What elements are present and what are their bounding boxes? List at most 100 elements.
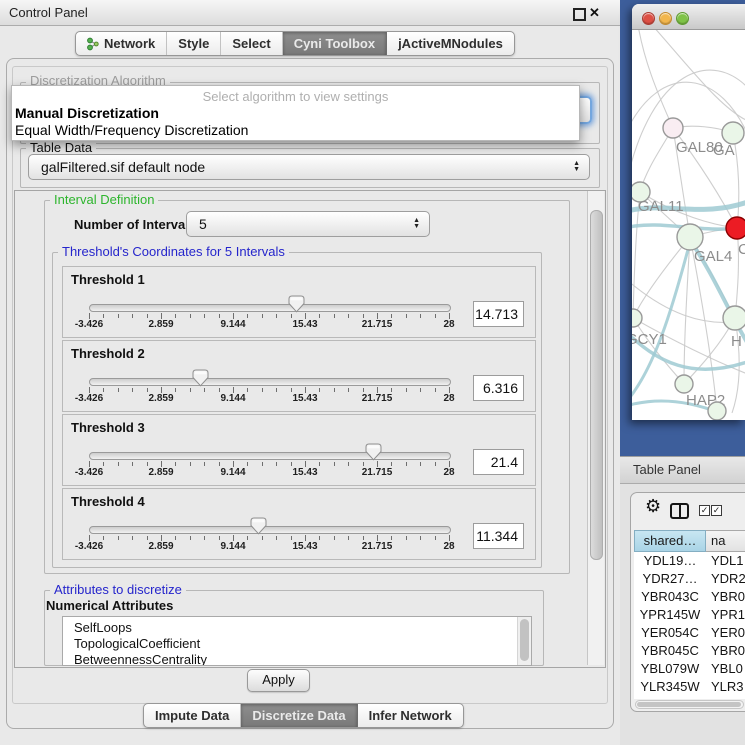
list-item-betweennesscentrality[interactable]: BetweennessCentrality (63, 652, 517, 666)
slider-thumb[interactable] (192, 369, 209, 392)
algorithm-option-equal-width-frequency-discretization[interactable]: Equal Width/Frequency Discretization (15, 122, 248, 138)
table-row[interactable]: YIL053CYIL0 (634, 696, 745, 699)
minimize-traffic-light[interactable] (659, 12, 672, 25)
table-panel-titlebar: Table Panel (620, 456, 745, 484)
column-header-shared-name[interactable]: shared… (634, 530, 706, 552)
tick-mark (103, 388, 104, 392)
close-traffic-light[interactable] (642, 12, 655, 25)
cell-shared-name: YDL19… (634, 552, 706, 570)
cell-name: YPR1 (706, 606, 745, 624)
columns-icon[interactable] (670, 503, 689, 519)
tick-label: 21.715 (352, 319, 402, 330)
slider-track[interactable] (89, 526, 451, 534)
cell-shared-name: YIL053C (634, 696, 706, 699)
tick-label: 21.715 (352, 393, 402, 404)
node-label: GAL11 (638, 198, 684, 215)
tick-mark (420, 536, 421, 540)
threshold-value-field[interactable]: 6.316 (473, 375, 524, 401)
threshold-value-field[interactable]: 14.713 (473, 301, 524, 327)
table-row[interactable]: YDL19…YDL1 (634, 552, 745, 570)
tick-label: 15.43 (280, 541, 330, 552)
network-view-window[interactable]: GAL80GACGAL11GAL4GCY1HHAP2 (632, 4, 745, 420)
float-window-icon[interactable] (573, 8, 586, 21)
tick-mark (291, 462, 292, 466)
tab-label: Select (232, 33, 270, 55)
network-node-hap2[interactable] (675, 375, 693, 393)
vertical-scrollbar-thumb[interactable] (590, 210, 603, 560)
tick-mark (204, 462, 205, 466)
list-scrollbar[interactable] (517, 617, 531, 665)
tick-label: -3.426 (64, 319, 114, 330)
table-row[interactable]: YBR043CYBR0 (634, 588, 745, 606)
network-node-gcy1[interactable] (632, 309, 642, 327)
tick-mark (406, 462, 407, 466)
network-edge[interactable] (640, 128, 673, 192)
numerical-attributes-list[interactable]: SelfLoopsTopologicalCoefficientBetweenne… (62, 616, 532, 666)
slider-thumb[interactable] (288, 295, 305, 318)
network-edge[interactable] (638, 30, 673, 128)
list-item-topologicalcoefficient[interactable]: TopologicalCoefficient (63, 636, 517, 652)
zoom-traffic-light[interactable] (676, 12, 689, 25)
numerical-attributes-label: Numerical Attributes (46, 598, 173, 613)
network-node-h[interactable] (723, 306, 745, 330)
tick-mark (319, 314, 320, 318)
tick-label: 21.715 (352, 467, 402, 478)
network-window-titlebar[interactable] (632, 4, 745, 30)
network-node-gal4[interactable] (677, 224, 703, 250)
tab-cyni-toolbox[interactable]: Cyni Toolbox (283, 32, 387, 55)
cell-name: YLR3 (706, 678, 745, 696)
table-row[interactable]: YDR27…YDR2 (634, 570, 745, 588)
list-item-selfloops[interactable]: SelfLoops (63, 617, 517, 636)
tick-mark (420, 462, 421, 466)
cell-name: YBR0 (706, 642, 745, 660)
algorithm-option-manual-discretization[interactable]: Manual Discretization (15, 105, 159, 121)
table-data-combobox[interactable]: galFiltered.sif default node ▲▼ (28, 154, 590, 180)
slider-thumb[interactable] (365, 443, 382, 466)
table-header-row: shared… na (634, 530, 745, 552)
slider-track[interactable] (89, 452, 451, 460)
table-row[interactable]: YPR145WYPR1 (634, 606, 745, 624)
network-node-c[interactable] (726, 217, 745, 239)
table-row[interactable]: YBR045CYBR0 (634, 642, 745, 660)
tick-mark (334, 462, 335, 466)
tab-select[interactable]: Select (221, 32, 282, 55)
network-node[interactable] (708, 402, 726, 420)
tab-network[interactable]: Network (76, 32, 167, 55)
close-icon[interactable]: ✕ (589, 5, 600, 21)
network-edge[interactable] (652, 30, 745, 122)
cell-shared-name: YDR27… (634, 570, 706, 588)
checkbox-icon[interactable]: ✓ (711, 505, 722, 516)
table-row[interactable]: YBL079WYBL0 (634, 660, 745, 678)
tab-impute-data[interactable]: Impute Data (144, 704, 241, 727)
table-panel-title: Table Panel (633, 462, 701, 477)
column-header-name[interactable]: na (706, 530, 745, 552)
network-node-gal80[interactable] (663, 118, 683, 138)
slider-track[interactable] (89, 378, 451, 386)
slider-track[interactable] (89, 304, 451, 312)
network-edge[interactable] (633, 318, 684, 384)
number-of-intervals-combobox[interactable]: 5 ▲▼ (186, 211, 430, 237)
tab-infer-network[interactable]: Infer Network (358, 704, 463, 727)
table-row[interactable]: YLR345WYLR3 (634, 678, 745, 696)
threshold-value-field[interactable]: 11.344 (473, 523, 524, 549)
tab-discretize-data[interactable]: Discretize Data (241, 704, 357, 727)
tab-jactivemnodules[interactable]: jActiveMNodules (387, 32, 514, 55)
table-row[interactable]: YER054CYER0 (634, 624, 745, 642)
tab-label: Network (104, 33, 155, 55)
tab-style[interactable]: Style (167, 32, 221, 55)
network-node-ga[interactable] (722, 122, 744, 144)
horizontal-scrollbar-thumb[interactable] (637, 702, 741, 707)
tick-mark (406, 388, 407, 392)
network-canvas[interactable]: GAL80GACGAL11GAL4GCY1HHAP2 (632, 30, 745, 420)
checkbox-icon[interactable]: ✓ (699, 505, 710, 516)
tick-mark (363, 388, 364, 392)
tick-label: 2.859 (136, 319, 186, 330)
apply-button[interactable]: Apply (247, 669, 310, 692)
list-scrollbar-thumb[interactable] (520, 619, 529, 661)
gear-icon[interactable]: ⚙ (645, 497, 661, 515)
horizontal-scrollbar[interactable] (635, 700, 744, 709)
node-label: GAL4 (694, 248, 732, 265)
tick-mark (334, 388, 335, 392)
slider-thumb[interactable] (250, 517, 267, 540)
threshold-value-field[interactable]: 21.4 (473, 449, 524, 475)
